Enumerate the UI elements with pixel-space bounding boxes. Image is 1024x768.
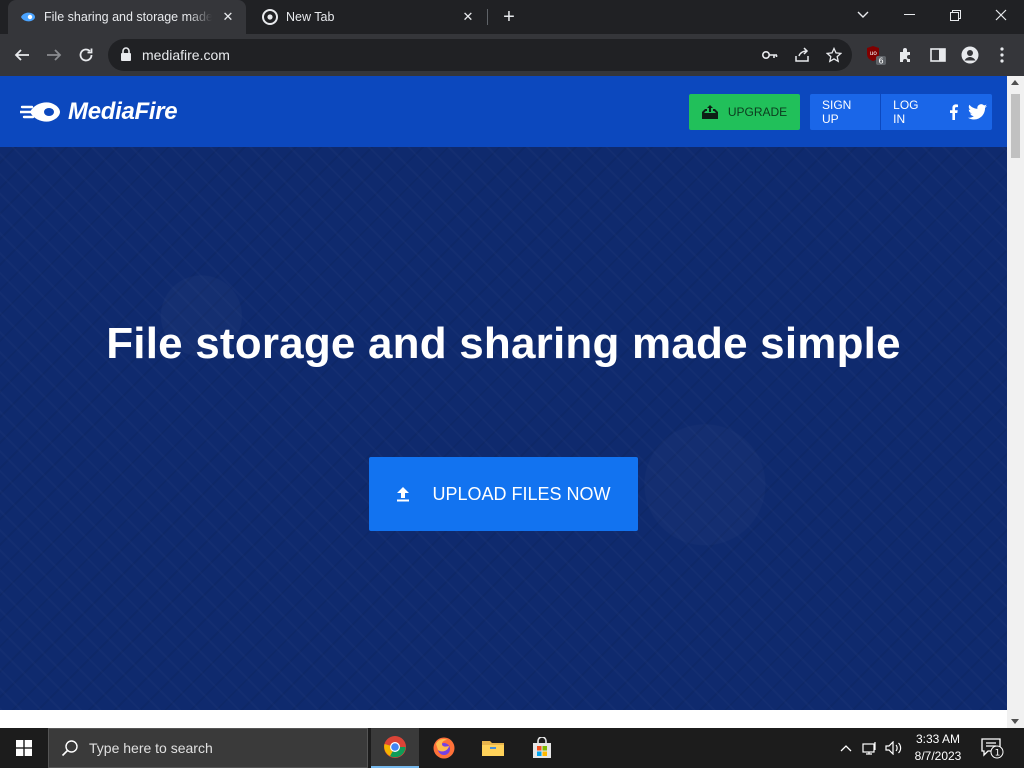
chrome-menu-icon[interactable]	[988, 41, 1016, 69]
bookmark-star-icon[interactable]	[824, 45, 844, 65]
tab-title: New Tab	[286, 10, 335, 24]
taskbar-search-box[interactable]: Type here to search	[48, 728, 368, 768]
mediafire-logo[interactable]: MediaFire	[20, 96, 178, 128]
profile-avatar-icon[interactable]	[956, 41, 984, 69]
tab-search-chevron-icon[interactable]	[840, 0, 886, 30]
ublock-extension-icon[interactable]: uo 6	[862, 41, 890, 69]
reload-icon[interactable]	[72, 41, 100, 69]
sign-up-link[interactable]: SIGN UP	[810, 94, 880, 130]
upgrade-tray-icon	[701, 105, 718, 119]
back-arrow-icon[interactable]	[8, 41, 36, 69]
upgrade-label: UPGRADE	[727, 105, 788, 119]
side-panel-icon[interactable]	[924, 41, 952, 69]
chrome-taskbar-icon[interactable]	[371, 728, 419, 768]
lock-icon[interactable]	[120, 47, 136, 63]
logo-text: MediaFire	[68, 98, 178, 125]
scroll-up-arrow-icon[interactable]	[1011, 80, 1019, 85]
svg-text:6: 6	[879, 57, 884, 66]
url-text[interactable]: mediafire.com	[142, 47, 230, 63]
volume-icon[interactable]	[884, 738, 904, 758]
firefox-taskbar-icon[interactable]	[420, 728, 468, 768]
browser-toolbar: mediafire.com uo 6	[0, 34, 1024, 76]
tab-mediafire[interactable]: File sharing and storage made simple ✕	[8, 0, 246, 34]
hero-title: File storage and sharing made simple	[106, 319, 901, 368]
action-center-icon[interactable]: 1	[980, 736, 1004, 760]
tab-new-tab[interactable]: New Tab ✕	[250, 0, 486, 34]
search-icon	[61, 740, 78, 757]
upload-button-label: UPLOAD FILES NOW	[432, 483, 611, 504]
account-nav: SIGN UP LOG IN	[810, 94, 992, 130]
upgrade-button[interactable]: UPGRADE	[689, 94, 800, 130]
clock-date: 8/7/2023	[914, 749, 962, 763]
log-in-link[interactable]: LOG IN	[881, 94, 943, 130]
taskbar-clock[interactable]: 3:33 AM 8/7/2023	[905, 731, 971, 765]
show-hidden-icons-chevron-icon[interactable]	[836, 738, 856, 758]
file-explorer-taskbar-icon[interactable]	[469, 728, 517, 768]
facebook-icon[interactable]	[943, 94, 964, 130]
hero-section: File storage and sharing made simple UPL…	[0, 147, 1007, 710]
page-scrollbar[interactable]	[1007, 76, 1024, 728]
microsoft-store-taskbar-icon[interactable]	[518, 728, 566, 768]
chrome-favicon-icon	[262, 9, 278, 25]
svg-text:uo: uo	[870, 50, 878, 57]
content-below-hero	[0, 710, 1007, 728]
close-tab-icon[interactable]: ✕	[218, 7, 238, 27]
tab-title: File sharing and storage made simple	[44, 10, 212, 24]
network-icon[interactable]	[860, 738, 880, 758]
svg-text:1: 1	[995, 749, 1001, 759]
search-placeholder: Type here to search	[89, 740, 213, 756]
close-window-icon[interactable]	[978, 0, 1024, 30]
mediafire-logo-icon	[20, 102, 60, 122]
minimize-icon[interactable]	[886, 0, 932, 30]
mediafire-favicon-icon	[20, 9, 36, 25]
tab-divider	[487, 9, 488, 25]
upload-arrow-icon	[397, 487, 410, 502]
browser-tab-strip: File sharing and storage made simple ✕ N…	[0, 0, 1024, 34]
clock-time: 3:33 AM	[915, 732, 961, 746]
address-bar[interactable]: mediafire.com	[108, 39, 852, 71]
close-tab-icon[interactable]: ✕	[458, 7, 478, 27]
windows-start-icon[interactable]	[0, 728, 48, 768]
web-page: MediaFire UPGRADE SIGN UP LOG IN File st…	[0, 76, 1007, 728]
share-icon[interactable]	[792, 45, 812, 65]
extensions-puzzle-icon[interactable]	[892, 41, 920, 69]
restore-icon[interactable]	[932, 0, 978, 30]
windows-taskbar: Type here to search 3:33 AM 8/7/2023 1	[0, 728, 1024, 768]
scroll-down-arrow-icon[interactable]	[1011, 719, 1019, 724]
site-header: MediaFire UPGRADE SIGN UP LOG IN	[0, 76, 1007, 147]
forward-arrow-icon[interactable]	[40, 41, 68, 69]
new-tab-button[interactable]: +	[498, 6, 520, 28]
scrollbar-thumb[interactable]	[1011, 94, 1020, 158]
password-key-icon[interactable]	[760, 45, 780, 65]
upload-files-button[interactable]: UPLOAD FILES NOW	[369, 457, 638, 531]
twitter-icon[interactable]	[964, 94, 992, 130]
